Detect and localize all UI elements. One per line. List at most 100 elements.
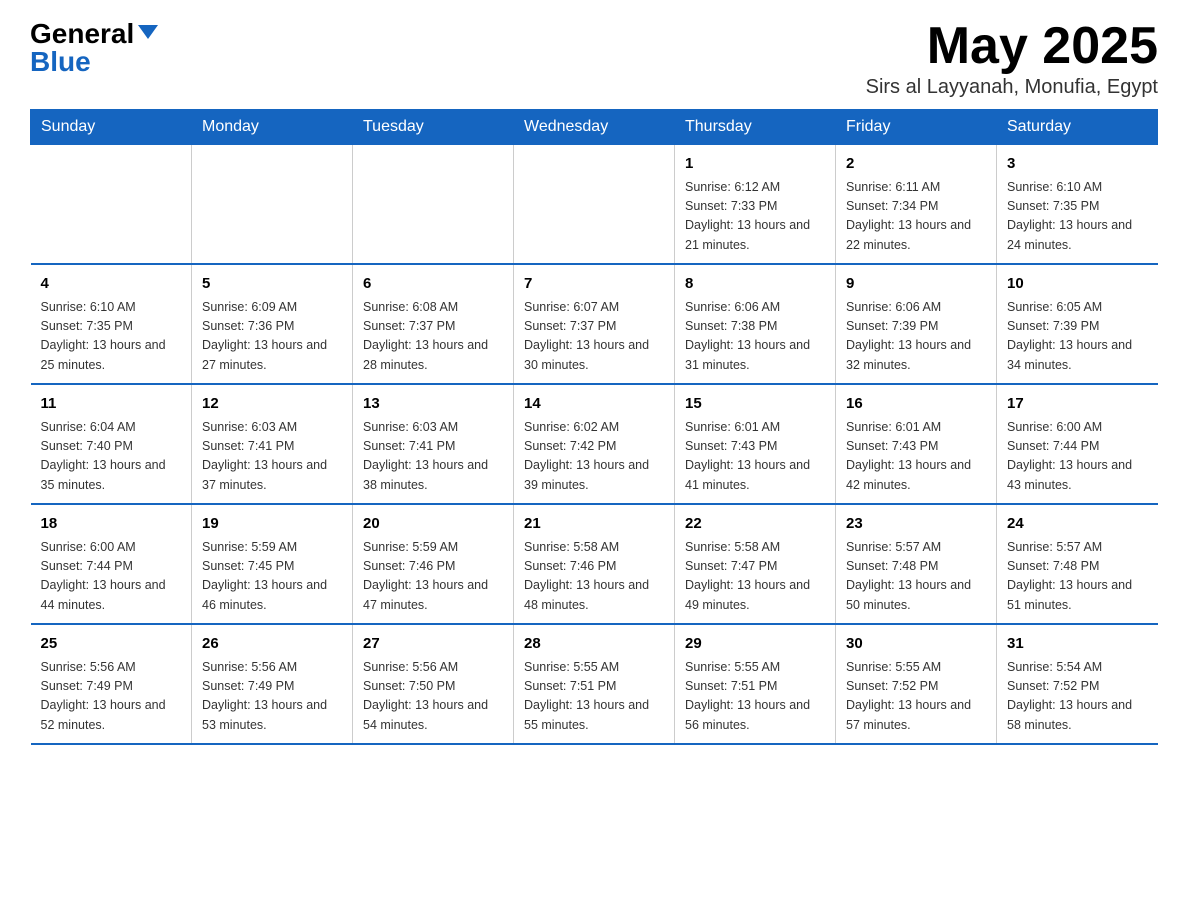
calendar-cell-w3-d1: 11Sunrise: 6:04 AM Sunset: 7:40 PM Dayli… bbox=[31, 384, 192, 504]
day-number: 28 bbox=[524, 633, 664, 656]
day-info: Sunrise: 5:56 AM Sunset: 7:49 PM Dayligh… bbox=[202, 658, 342, 736]
day-info: Sunrise: 6:06 AM Sunset: 7:38 PM Dayligh… bbox=[685, 298, 825, 376]
day-info: Sunrise: 5:56 AM Sunset: 7:49 PM Dayligh… bbox=[41, 658, 182, 736]
calendar-cell-w3-d4: 14Sunrise: 6:02 AM Sunset: 7:42 PM Dayli… bbox=[514, 384, 675, 504]
day-info: Sunrise: 5:55 AM Sunset: 7:51 PM Dayligh… bbox=[524, 658, 664, 736]
calendar-cell-w5-d1: 25Sunrise: 5:56 AM Sunset: 7:49 PM Dayli… bbox=[31, 624, 192, 744]
logo-triangle-icon bbox=[138, 25, 158, 39]
calendar-cell-w5-d2: 26Sunrise: 5:56 AM Sunset: 7:49 PM Dayli… bbox=[192, 624, 353, 744]
header-tuesday: Tuesday bbox=[353, 110, 514, 145]
day-info: Sunrise: 5:55 AM Sunset: 7:52 PM Dayligh… bbox=[846, 658, 986, 736]
calendar-cell-w5-d6: 30Sunrise: 5:55 AM Sunset: 7:52 PM Dayli… bbox=[836, 624, 997, 744]
calendar-cell-w4-d6: 23Sunrise: 5:57 AM Sunset: 7:48 PM Dayli… bbox=[836, 504, 997, 624]
day-info: Sunrise: 6:00 AM Sunset: 7:44 PM Dayligh… bbox=[41, 538, 182, 616]
header-sunday: Sunday bbox=[31, 110, 192, 145]
calendar-cell-w5-d4: 28Sunrise: 5:55 AM Sunset: 7:51 PM Dayli… bbox=[514, 624, 675, 744]
day-number: 4 bbox=[41, 273, 182, 296]
calendar-cell-w4-d2: 19Sunrise: 5:59 AM Sunset: 7:45 PM Dayli… bbox=[192, 504, 353, 624]
day-number: 10 bbox=[1007, 273, 1148, 296]
calendar-cell-w1-d3 bbox=[353, 145, 514, 265]
calendar-week-5: 25Sunrise: 5:56 AM Sunset: 7:49 PM Dayli… bbox=[31, 624, 1158, 744]
calendar-cell-w2-d6: 9Sunrise: 6:06 AM Sunset: 7:39 PM Daylig… bbox=[836, 264, 997, 384]
calendar-cell-w4-d4: 21Sunrise: 5:58 AM Sunset: 7:46 PM Dayli… bbox=[514, 504, 675, 624]
calendar-week-4: 18Sunrise: 6:00 AM Sunset: 7:44 PM Dayli… bbox=[31, 504, 1158, 624]
header-saturday: Saturday bbox=[997, 110, 1158, 145]
day-number: 11 bbox=[41, 393, 182, 416]
location: Sirs al Layyanah, Monufia, Egypt bbox=[866, 76, 1158, 99]
day-number: 29 bbox=[685, 633, 825, 656]
day-number: 22 bbox=[685, 513, 825, 536]
day-info: Sunrise: 6:00 AM Sunset: 7:44 PM Dayligh… bbox=[1007, 418, 1148, 496]
day-number: 1 bbox=[685, 153, 825, 176]
day-number: 23 bbox=[846, 513, 986, 536]
calendar-cell-w1-d1 bbox=[31, 145, 192, 265]
day-info: Sunrise: 6:06 AM Sunset: 7:39 PM Dayligh… bbox=[846, 298, 986, 376]
day-number: 2 bbox=[846, 153, 986, 176]
header-monday: Monday bbox=[192, 110, 353, 145]
calendar-cell-w5-d3: 27Sunrise: 5:56 AM Sunset: 7:50 PM Dayli… bbox=[353, 624, 514, 744]
day-number: 20 bbox=[363, 513, 503, 536]
calendar-cell-w2-d7: 10Sunrise: 6:05 AM Sunset: 7:39 PM Dayli… bbox=[997, 264, 1158, 384]
calendar-cell-w4-d5: 22Sunrise: 5:58 AM Sunset: 7:47 PM Dayli… bbox=[675, 504, 836, 624]
day-info: Sunrise: 6:10 AM Sunset: 7:35 PM Dayligh… bbox=[41, 298, 182, 376]
calendar-week-2: 4Sunrise: 6:10 AM Sunset: 7:35 PM Daylig… bbox=[31, 264, 1158, 384]
day-number: 13 bbox=[363, 393, 503, 416]
calendar-cell-w2-d3: 6Sunrise: 6:08 AM Sunset: 7:37 PM Daylig… bbox=[353, 264, 514, 384]
calendar-cell-w1-d2 bbox=[192, 145, 353, 265]
day-number: 19 bbox=[202, 513, 342, 536]
day-number: 9 bbox=[846, 273, 986, 296]
calendar-cell-w3-d3: 13Sunrise: 6:03 AM Sunset: 7:41 PM Dayli… bbox=[353, 384, 514, 504]
title-section: May 2025 Sirs al Layyanah, Monufia, Egyp… bbox=[866, 20, 1158, 99]
calendar-week-1: 1Sunrise: 6:12 AM Sunset: 7:33 PM Daylig… bbox=[31, 145, 1158, 265]
day-number: 26 bbox=[202, 633, 342, 656]
day-info: Sunrise: 5:58 AM Sunset: 7:47 PM Dayligh… bbox=[685, 538, 825, 616]
calendar-cell-w2-d5: 8Sunrise: 6:06 AM Sunset: 7:38 PM Daylig… bbox=[675, 264, 836, 384]
calendar-cell-w5-d5: 29Sunrise: 5:55 AM Sunset: 7:51 PM Dayli… bbox=[675, 624, 836, 744]
header-thursday: Thursday bbox=[675, 110, 836, 145]
day-info: Sunrise: 6:10 AM Sunset: 7:35 PM Dayligh… bbox=[1007, 178, 1148, 256]
day-number: 21 bbox=[524, 513, 664, 536]
calendar-cell-w3-d7: 17Sunrise: 6:00 AM Sunset: 7:44 PM Dayli… bbox=[997, 384, 1158, 504]
calendar-cell-w4-d1: 18Sunrise: 6:00 AM Sunset: 7:44 PM Dayli… bbox=[31, 504, 192, 624]
month-title: May 2025 bbox=[866, 20, 1158, 72]
day-number: 14 bbox=[524, 393, 664, 416]
day-number: 27 bbox=[363, 633, 503, 656]
day-number: 30 bbox=[846, 633, 986, 656]
day-info: Sunrise: 6:03 AM Sunset: 7:41 PM Dayligh… bbox=[363, 418, 503, 496]
logo-general-text: General bbox=[30, 20, 134, 48]
day-info: Sunrise: 5:58 AM Sunset: 7:46 PM Dayligh… bbox=[524, 538, 664, 616]
calendar-cell-w5-d7: 31Sunrise: 5:54 AM Sunset: 7:52 PM Dayli… bbox=[997, 624, 1158, 744]
calendar-cell-w1-d6: 2Sunrise: 6:11 AM Sunset: 7:34 PM Daylig… bbox=[836, 145, 997, 265]
day-info: Sunrise: 5:56 AM Sunset: 7:50 PM Dayligh… bbox=[363, 658, 503, 736]
logo: General Blue bbox=[30, 20, 158, 76]
day-info: Sunrise: 6:01 AM Sunset: 7:43 PM Dayligh… bbox=[846, 418, 986, 496]
day-info: Sunrise: 6:05 AM Sunset: 7:39 PM Dayligh… bbox=[1007, 298, 1148, 376]
calendar-table: Sunday Monday Tuesday Wednesday Thursday… bbox=[30, 109, 1158, 745]
day-info: Sunrise: 6:12 AM Sunset: 7:33 PM Dayligh… bbox=[685, 178, 825, 256]
day-info: Sunrise: 6:11 AM Sunset: 7:34 PM Dayligh… bbox=[846, 178, 986, 256]
day-number: 3 bbox=[1007, 153, 1148, 176]
day-info: Sunrise: 6:09 AM Sunset: 7:36 PM Dayligh… bbox=[202, 298, 342, 376]
day-info: Sunrise: 5:54 AM Sunset: 7:52 PM Dayligh… bbox=[1007, 658, 1148, 736]
calendar-cell-w3-d5: 15Sunrise: 6:01 AM Sunset: 7:43 PM Dayli… bbox=[675, 384, 836, 504]
calendar-header: Sunday Monday Tuesday Wednesday Thursday… bbox=[31, 110, 1158, 145]
calendar-cell-w2-d4: 7Sunrise: 6:07 AM Sunset: 7:37 PM Daylig… bbox=[514, 264, 675, 384]
day-number: 12 bbox=[202, 393, 342, 416]
day-number: 16 bbox=[846, 393, 986, 416]
calendar-cell-w3-d6: 16Sunrise: 6:01 AM Sunset: 7:43 PM Dayli… bbox=[836, 384, 997, 504]
day-number: 17 bbox=[1007, 393, 1148, 416]
page-header: General Blue May 2025 Sirs al Layyanah, … bbox=[30, 20, 1158, 99]
day-number: 6 bbox=[363, 273, 503, 296]
calendar-cell-w1-d5: 1Sunrise: 6:12 AM Sunset: 7:33 PM Daylig… bbox=[675, 145, 836, 265]
day-info: Sunrise: 5:57 AM Sunset: 7:48 PM Dayligh… bbox=[846, 538, 986, 616]
calendar-cell-w2-d1: 4Sunrise: 6:10 AM Sunset: 7:35 PM Daylig… bbox=[31, 264, 192, 384]
calendar-cell-w4-d3: 20Sunrise: 5:59 AM Sunset: 7:46 PM Dayli… bbox=[353, 504, 514, 624]
calendar-cell-w1-d4 bbox=[514, 145, 675, 265]
day-number: 25 bbox=[41, 633, 182, 656]
calendar-body: 1Sunrise: 6:12 AM Sunset: 7:33 PM Daylig… bbox=[31, 145, 1158, 745]
calendar-cell-w4-d7: 24Sunrise: 5:57 AM Sunset: 7:48 PM Dayli… bbox=[997, 504, 1158, 624]
day-number: 18 bbox=[41, 513, 182, 536]
day-number: 7 bbox=[524, 273, 664, 296]
day-info: Sunrise: 6:03 AM Sunset: 7:41 PM Dayligh… bbox=[202, 418, 342, 496]
day-info: Sunrise: 5:55 AM Sunset: 7:51 PM Dayligh… bbox=[685, 658, 825, 736]
